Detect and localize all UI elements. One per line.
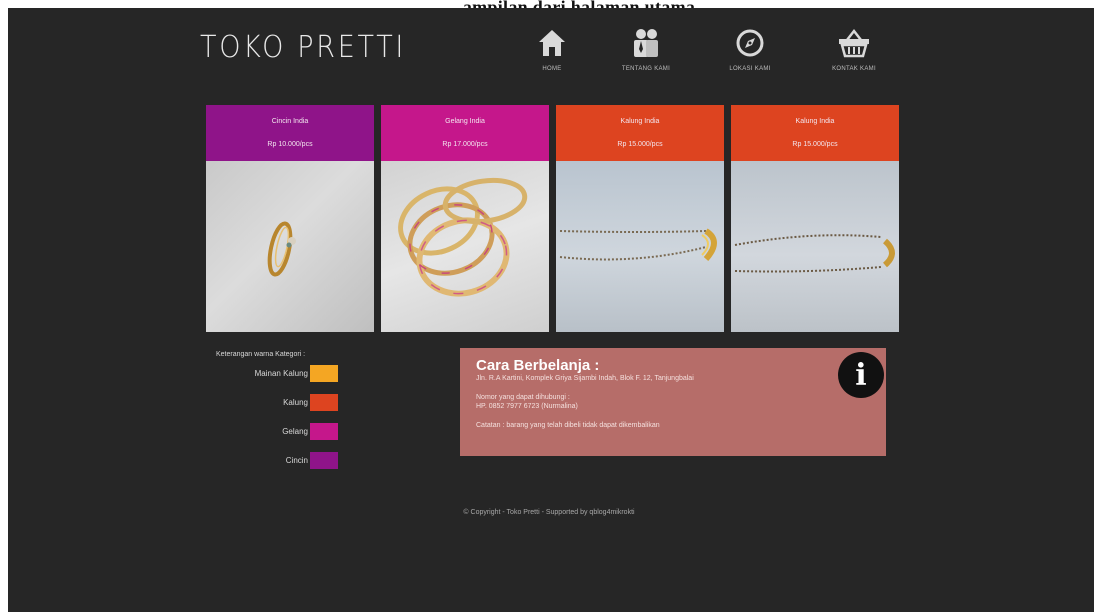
- nav-kontak-kami[interactable]: KONTAK KAMI: [802, 26, 906, 72]
- product-price: Rp 17.000/pcs: [442, 141, 488, 148]
- product-price: Rp 15.000/pcs: [792, 141, 838, 148]
- info-icon: i: [838, 352, 884, 398]
- legend-swatch: [310, 393, 338, 411]
- product-card-kalung-1[interactable]: Kalung India Rp 15.000/pcs: [556, 105, 724, 332]
- product-name: Kalung India: [795, 118, 835, 125]
- nav-home-label: HOME: [542, 66, 562, 72]
- legend-swatch: [310, 364, 338, 382]
- legend-item-cincin: Cincin: [216, 451, 338, 469]
- product-grid: Cincin India Rp 10.000/pcs Gelang India …: [206, 105, 899, 332]
- footer: © Copyright - Toko Pretti - Supported by…: [463, 509, 635, 516]
- legend-item-mainan-kalung: Mainan Kalung: [216, 364, 338, 382]
- legend-label: Cincin: [285, 455, 308, 465]
- necklace-image: [731, 161, 899, 332]
- legend-swatch: [310, 422, 338, 440]
- nav-tentang-kami-label: TENTANG KAMI: [621, 66, 671, 72]
- legend-item-kalung: Kalung: [216, 393, 338, 411]
- product-price: Rp 10.000/pcs: [267, 141, 313, 148]
- page-caption: ampilan dari halaman utama: [0, 0, 1098, 8]
- caption-text: ampilan dari halaman utama: [463, 0, 695, 8]
- home-icon: [535, 26, 569, 60]
- nav-home[interactable]: HOME: [510, 26, 594, 72]
- product-header: Kalung India Rp 15.000/pcs: [731, 105, 899, 161]
- product-name: Gelang India: [445, 118, 485, 125]
- legend-label: Kalung: [283, 397, 308, 407]
- bangles-image: [381, 161, 549, 332]
- ring-image: [206, 161, 374, 332]
- basket-icon: [837, 26, 871, 60]
- info-address: Jln. R.A Kartini, Komplek Griya Sijambi …: [476, 375, 694, 382]
- info-note: Catatan : barang yang telah dibeli tidak…: [476, 422, 660, 429]
- category-legend: Keterangan warna Kategori : Mainan Kalun…: [216, 351, 338, 480]
- product-card-cincin[interactable]: Cincin India Rp 10.000/pcs: [206, 105, 374, 332]
- legend-label: Gelang: [282, 426, 308, 436]
- necklace-image: [556, 161, 724, 332]
- nav-lokasi-kami[interactable]: LOKASI KAMI: [698, 26, 802, 72]
- product-header: Cincin India Rp 10.000/pcs: [206, 105, 374, 161]
- nav-lokasi-kami-label: LOKASI KAMI: [729, 66, 771, 72]
- main-nav: HOME TENTANG KAMI LOKASI KAMI KONTAK KAM…: [510, 26, 906, 72]
- product-header: Gelang India Rp 17.000/pcs: [381, 105, 549, 161]
- compass-icon: [733, 26, 767, 60]
- nav-kontak-kami-label: KONTAK KAMI: [832, 66, 876, 72]
- product-header: Kalung India Rp 15.000/pcs: [556, 105, 724, 161]
- shopping-info-box: Cara Berbelanja : Jln. R.A Kartini, Komp…: [460, 348, 886, 456]
- product-name: Kalung India: [620, 118, 660, 125]
- site-logo[interactable]: TOKO PRETTI: [200, 30, 406, 65]
- legend-label: Mainan Kalung: [254, 368, 308, 378]
- nav-tentang-kami[interactable]: TENTANG KAMI: [594, 26, 698, 72]
- info-title: Cara Berbelanja :: [476, 357, 600, 374]
- info-phone: HP. 0852 7977 6723 (Nurmalina): [476, 403, 578, 410]
- legend-item-gelang: Gelang: [216, 422, 338, 440]
- legend-swatch: [310, 451, 338, 469]
- people-icon: [629, 26, 663, 60]
- product-card-gelang[interactable]: Gelang India Rp 17.000/pcs: [381, 105, 549, 332]
- product-price: Rp 15.000/pcs: [617, 141, 663, 148]
- legend-title: Keterangan warna Kategori :: [216, 351, 306, 358]
- product-card-kalung-2[interactable]: Kalung India Rp 15.000/pcs: [731, 105, 899, 332]
- info-phone-label: Nomor yang dapat dihubungi :: [476, 394, 570, 401]
- product-name: Cincin India: [271, 118, 309, 125]
